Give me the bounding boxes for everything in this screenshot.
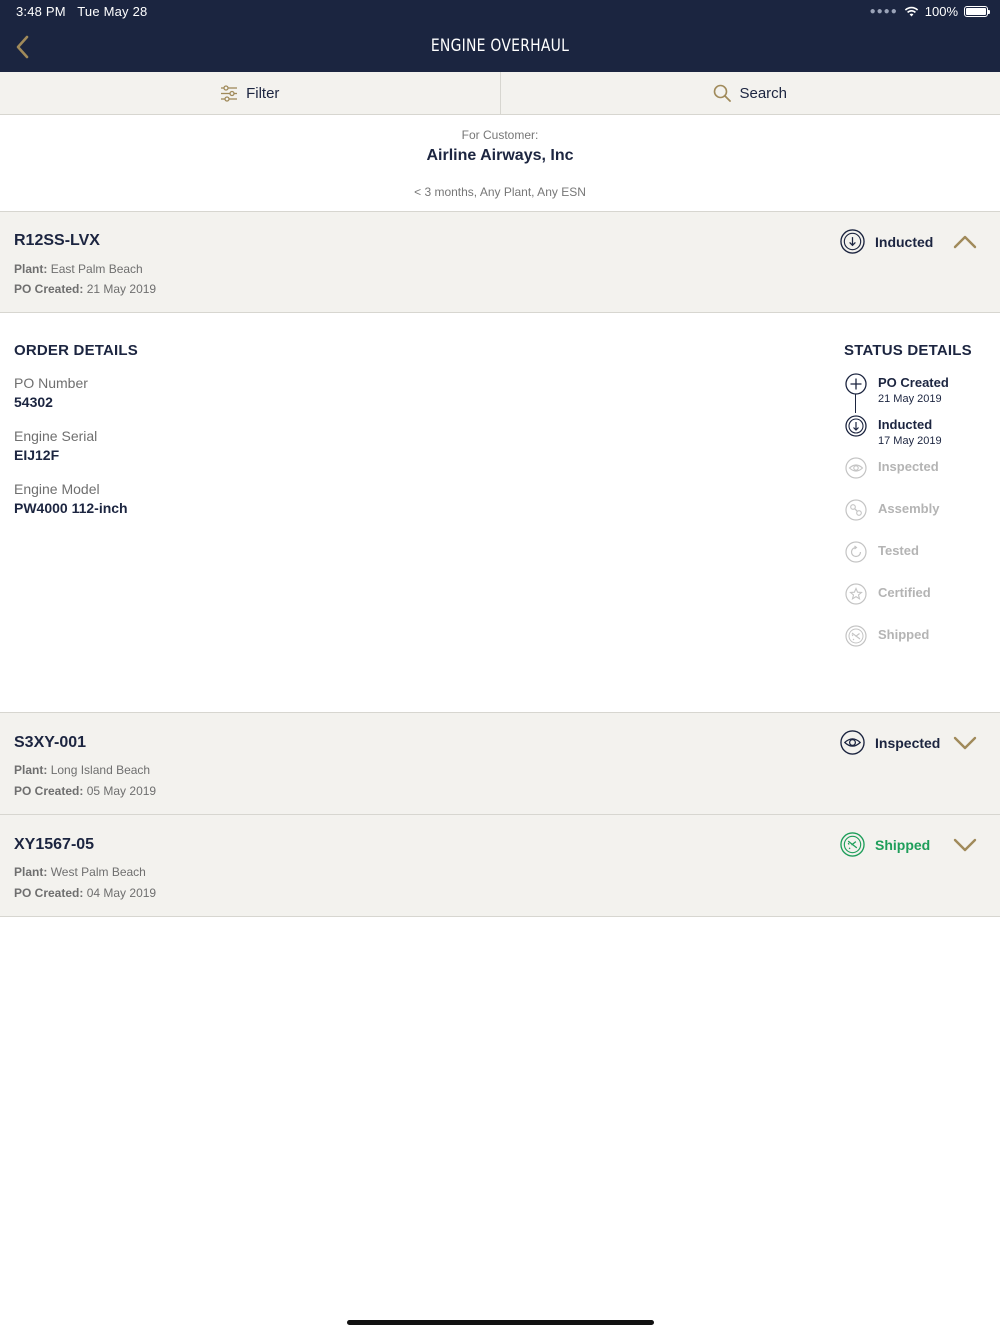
status-time: 3:48 PM Tue May 28 <box>16 4 147 19</box>
step-tested: Tested <box>845 541 995 581</box>
active-filters[interactable]: < 3 months, Any Plant, Any ESN <box>0 185 1000 199</box>
order-id: S3XY-001 <box>14 734 87 751</box>
step-name: PO Created <box>878 375 949 390</box>
order-row[interactable]: R12SS-LVX Plant: East Palm Beach PO Crea… <box>0 212 1000 313</box>
navigation-bar: 3:48 PM Tue May 28 ●●●● 100% ENGINE OVER… <box>0 0 1000 72</box>
engine-serial-value: EIJ12F <box>14 447 60 463</box>
step-po-created: PO Created 21 May 2019 <box>845 373 995 413</box>
step-date: 21 May 2019 <box>878 393 942 405</box>
step-inducted: Inducted 17 May 2019 <box>845 415 995 455</box>
step-name: Assembly <box>878 501 940 516</box>
status-badge: Inspected <box>840 730 940 755</box>
customer-name: Airline Airways, Inc <box>426 147 574 164</box>
plant-label: Plant: <box>14 763 48 777</box>
chevron-down-icon[interactable] <box>953 835 977 855</box>
step-name: Inducted <box>878 417 933 432</box>
search-icon <box>714 84 732 102</box>
po-created-value: 04 May 2019 <box>86 886 157 900</box>
po-created-value: 21 May 2019 <box>86 282 157 296</box>
filter-search-toolbar: Filter Search <box>0 72 1000 115</box>
signal-icon: ●●●● <box>869 6 898 17</box>
refresh-icon <box>845 541 867 563</box>
plant-label: Plant: <box>14 262 48 276</box>
status-badge: Shipped <box>840 832 930 857</box>
order-plant: Plant: West Palm Beach <box>14 865 146 879</box>
status-label: Shipped <box>875 836 931 853</box>
status-label: Inspected <box>875 734 941 751</box>
search-label: Search <box>739 84 788 102</box>
order-row[interactable]: S3XY-001 Plant: Long Island Beach PO Cre… <box>0 713 1000 815</box>
customer-header: For Customer: Airline Airways, Inc < 3 m… <box>0 115 1000 212</box>
home-indicator[interactable] <box>347 1320 654 1325</box>
order-row[interactable]: XY1567-05 Plant: West Palm Beach PO Crea… <box>0 815 1000 917</box>
po-number-value: 54302 <box>14 394 53 410</box>
filter-button[interactable]: Filter <box>0 72 500 114</box>
po-created-value: 05 May 2019 <box>86 784 157 798</box>
status-indicators: ●●●● 100% <box>869 4 990 19</box>
order-plant: Plant: East Palm Beach <box>14 262 143 276</box>
step-certified: Certified <box>845 583 995 623</box>
step-name: Inspected <box>878 459 939 474</box>
step-inspected: Inspected <box>845 457 995 497</box>
engine-model-label: Engine Model <box>14 481 100 497</box>
plane-icon <box>840 832 865 857</box>
status-date: Tue May 28 <box>77 4 148 19</box>
plant-value: East Palm Beach <box>50 262 143 276</box>
inducted-icon <box>840 229 865 254</box>
chevron-left-icon <box>16 35 29 59</box>
order-plant: Plant: Long Island Beach <box>14 763 150 777</box>
status-details-title: STATUS DETAILS <box>844 342 972 359</box>
engine-model-value: PW4000 112-inch <box>14 500 128 516</box>
inducted-icon <box>845 415 867 437</box>
back-button[interactable] <box>8 32 36 62</box>
step-name: Shipped <box>878 627 930 642</box>
step-date: 17 May 2019 <box>878 435 942 447</box>
step-name: Tested <box>878 543 919 558</box>
wifi-icon <box>904 6 918 17</box>
battery-icon <box>964 6 990 17</box>
plane-icon <box>845 625 867 647</box>
order-id: XY1567-05 <box>14 836 95 853</box>
eye-icon <box>845 457 867 479</box>
battery-percent: 100% <box>924 4 958 19</box>
plus-icon <box>845 373 867 395</box>
po-created-label: PO Created: <box>14 784 84 798</box>
status-label: Inducted <box>875 233 934 250</box>
order-po-created: PO Created: 21 May 2019 <box>14 282 156 296</box>
clock-time: 3:48 PM <box>16 4 66 19</box>
step-shipped: Shipped <box>845 625 995 665</box>
po-created-label: PO Created: <box>14 282 84 296</box>
page-title: ENGINE OVERHAUL <box>430 36 570 56</box>
order-po-created: PO Created: 05 May 2019 <box>14 784 156 798</box>
chevron-up-icon[interactable] <box>953 232 977 252</box>
po-number-label: PO Number <box>14 375 88 391</box>
order-po-created: PO Created: 04 May 2019 <box>14 886 156 900</box>
engine-serial-label: Engine Serial <box>14 428 98 444</box>
wrench-icon <box>845 499 867 521</box>
status-badge: Inducted <box>840 229 933 254</box>
chevron-down-icon[interactable] <box>953 733 977 753</box>
step-name: Certified <box>878 585 931 600</box>
plant-value: West Palm Beach <box>50 865 146 879</box>
search-button[interactable]: Search <box>499 72 1000 114</box>
po-created-label: PO Created: <box>14 886 84 900</box>
order-id: R12SS-LVX <box>14 232 100 249</box>
step-assembly: Assembly <box>845 499 995 539</box>
order-details-title: ORDER DETAILS <box>14 342 138 359</box>
plant-label: Plant: <box>14 865 48 879</box>
sliders-icon <box>221 84 238 102</box>
filter-label: Filter <box>246 84 280 102</box>
customer-caption: For Customer: <box>461 128 539 142</box>
plant-value: Long Island Beach <box>50 763 151 777</box>
star-icon <box>845 583 867 605</box>
eye-icon <box>840 730 865 755</box>
